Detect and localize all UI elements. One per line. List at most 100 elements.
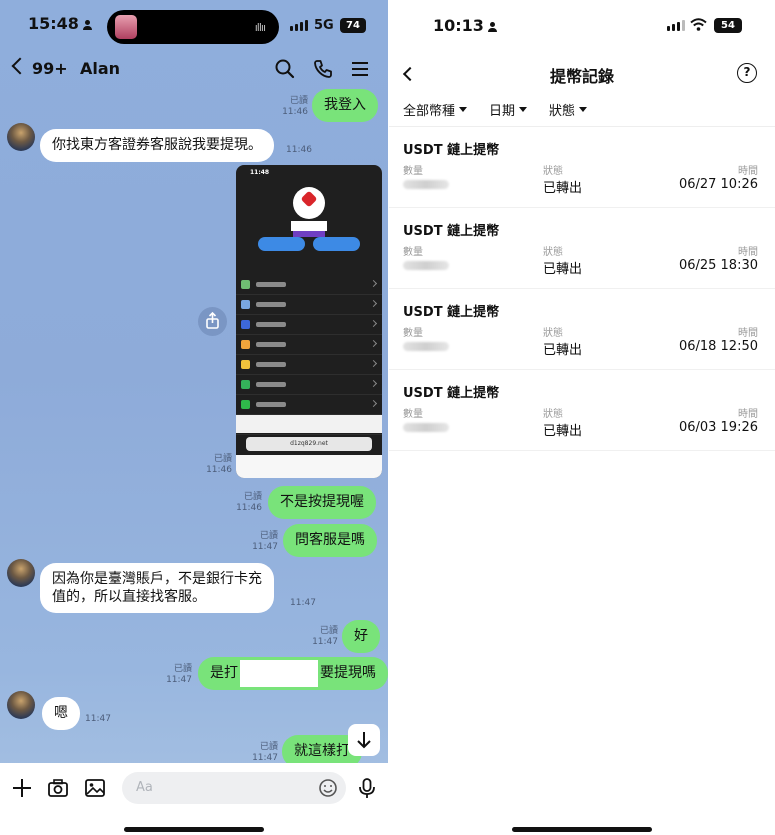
contact-avatar[interactable] xyxy=(7,123,35,151)
message-meta: 已讀 11:47 xyxy=(308,626,338,648)
read-receipt: 已讀 xyxy=(259,742,278,752)
page-title: 提幣記錄 xyxy=(549,67,614,86)
chat-screen: 15:48 ıllıı 5G 74 99+ Alan 已讀 11:46 我登入 … xyxy=(0,0,388,835)
amount-redacted xyxy=(403,423,449,432)
record-row[interactable]: USDT 鏈上提幣 數量 狀態 時間 已轉出 06/27 10:26 xyxy=(389,127,775,208)
contact-avatar[interactable] xyxy=(7,691,35,719)
status-label: 狀態 xyxy=(543,166,563,177)
caret-down-icon xyxy=(579,107,588,112)
record-time: 06/03 19:26 xyxy=(678,420,758,435)
search-icon[interactable] xyxy=(274,58,296,80)
amount-label: 數量 xyxy=(403,247,423,258)
time-label: 時間 xyxy=(738,328,758,339)
amount-label: 數量 xyxy=(403,409,423,420)
time-label: 時間 xyxy=(738,166,758,177)
message-text: 是打 xyxy=(210,665,238,681)
status-label: 狀態 xyxy=(543,328,563,339)
message-bubble-outgoing[interactable]: 是打 要提現嗎 xyxy=(198,657,388,690)
message-line: 值的，所以直接找客服。 xyxy=(52,589,206,605)
time-label: 時間 xyxy=(738,247,758,258)
help-icon[interactable]: ? xyxy=(737,63,757,83)
filter-date[interactable]: 日期 xyxy=(489,100,528,119)
amount-label: 數量 xyxy=(403,166,423,177)
phone-icon[interactable] xyxy=(312,58,334,80)
read-receipt: 已讀 xyxy=(259,531,278,541)
broker-logo xyxy=(293,187,325,219)
menu-icon[interactable] xyxy=(349,58,371,80)
record-time: 06/18 12:50 xyxy=(678,339,758,354)
back-icon[interactable] xyxy=(11,57,29,75)
focus-person-icon xyxy=(487,22,497,32)
record-title: USDT 鏈上提幣 xyxy=(403,143,500,158)
emoji-icon[interactable] xyxy=(318,778,338,798)
message-meta: 已讀 11:46 xyxy=(200,454,232,476)
amount-redacted xyxy=(403,180,449,189)
message-input[interactable]: Aa xyxy=(122,772,346,804)
battery-icon: 74 xyxy=(340,18,366,33)
message-bubble-outgoing[interactable]: 問客服是嗎 xyxy=(283,524,377,557)
audio-wave-icon: ıllıı xyxy=(254,21,266,34)
now-playing-thumb xyxy=(115,15,137,39)
image-icon[interactable] xyxy=(84,777,106,799)
home-indicator xyxy=(512,827,652,832)
arrow-down-icon xyxy=(357,732,371,749)
scroll-down-button[interactable] xyxy=(348,724,380,756)
record-row[interactable]: USDT 鏈上提幣 數量 狀態 時間 已轉出 06/18 12:50 xyxy=(389,289,775,370)
message-bubble-incoming[interactable]: 你找東方客證券客服說我要提現。 xyxy=(40,129,274,162)
read-receipt: 已讀 xyxy=(213,454,232,464)
caret-down-icon xyxy=(519,107,528,112)
home-indicator xyxy=(124,827,264,832)
record-row[interactable]: USDT 鏈上提幣 數量 狀態 時間 已轉出 06/25 18:30 xyxy=(389,208,775,289)
filter-bar: 全部幣種 日期 狀態 xyxy=(403,100,588,119)
status-bar: 15:48 ıllıı 5G 74 xyxy=(0,0,388,52)
record-status: 已轉出 xyxy=(543,343,583,358)
message-time: 11:46 xyxy=(286,145,312,155)
signal-icon xyxy=(290,20,308,31)
dynamic-island: ıllıı xyxy=(107,10,279,44)
message-bubble-outgoing[interactable]: 我登入 xyxy=(312,89,378,122)
message-bubble-outgoing[interactable]: 不是按提現喔 xyxy=(268,486,376,519)
message-text: 要提現嗎 xyxy=(320,665,376,681)
focus-person-icon xyxy=(82,20,92,30)
message-bubble-incoming[interactable]: 因為你是臺灣賬戶，不是銀行卡充 值的，所以直接找客服。 xyxy=(40,563,274,613)
page-header: 提幣記錄 ? xyxy=(389,52,775,94)
contact-name[interactable]: Alan xyxy=(80,59,120,78)
record-title: USDT 鏈上提幣 xyxy=(403,305,500,320)
contact-avatar[interactable] xyxy=(7,559,35,587)
record-status: 已轉出 xyxy=(543,424,583,439)
camera-icon[interactable] xyxy=(47,777,69,799)
screenshot-browser-bar xyxy=(236,455,382,478)
plus-icon[interactable] xyxy=(11,777,33,799)
message-bubble-incoming[interactable]: 嗯 xyxy=(42,697,80,730)
filter-status[interactable]: 狀態 xyxy=(549,100,588,119)
mic-icon[interactable] xyxy=(356,777,378,799)
record-title: USDT 鏈上提幣 xyxy=(403,224,500,239)
status-label: 狀態 xyxy=(543,409,563,420)
redacted-box xyxy=(240,660,318,687)
read-receipt: 已讀 xyxy=(243,492,262,502)
chat-header: 99+ Alan xyxy=(0,52,388,88)
record-time: 06/27 10:26 xyxy=(678,177,758,192)
message-time: 11:47 xyxy=(290,598,316,608)
message-time: 11:46 xyxy=(282,107,308,117)
image-message[interactable]: 11:48 d1zq829.net xyxy=(236,165,382,478)
message-time: 11:47 xyxy=(85,714,111,724)
message-bubble-outgoing[interactable]: 好 xyxy=(342,620,380,653)
message-meta: 已讀 11:47 xyxy=(248,742,278,764)
screenshot-button xyxy=(313,237,360,251)
caret-down-icon xyxy=(459,107,468,112)
read-receipt: 已讀 xyxy=(173,664,192,674)
status-time: 10:13 xyxy=(433,16,497,35)
screenshot-tabbar xyxy=(236,415,382,433)
screenshot-menu xyxy=(236,275,382,435)
record-status: 已轉出 xyxy=(543,181,583,196)
status-time: 15:48 xyxy=(28,14,92,33)
record-row[interactable]: USDT 鏈上提幣 數量 狀態 時間 已轉出 06/03 19:26 xyxy=(389,370,775,451)
wifi-icon xyxy=(690,18,707,31)
time-label: 時間 xyxy=(738,409,758,420)
screenshot-time: 11:48 xyxy=(250,169,270,176)
message-time: 11:47 xyxy=(252,542,278,552)
share-icon[interactable] xyxy=(198,307,227,336)
filter-currency[interactable]: 全部幣種 xyxy=(403,100,468,119)
unread-count[interactable]: 99+ xyxy=(32,59,68,78)
